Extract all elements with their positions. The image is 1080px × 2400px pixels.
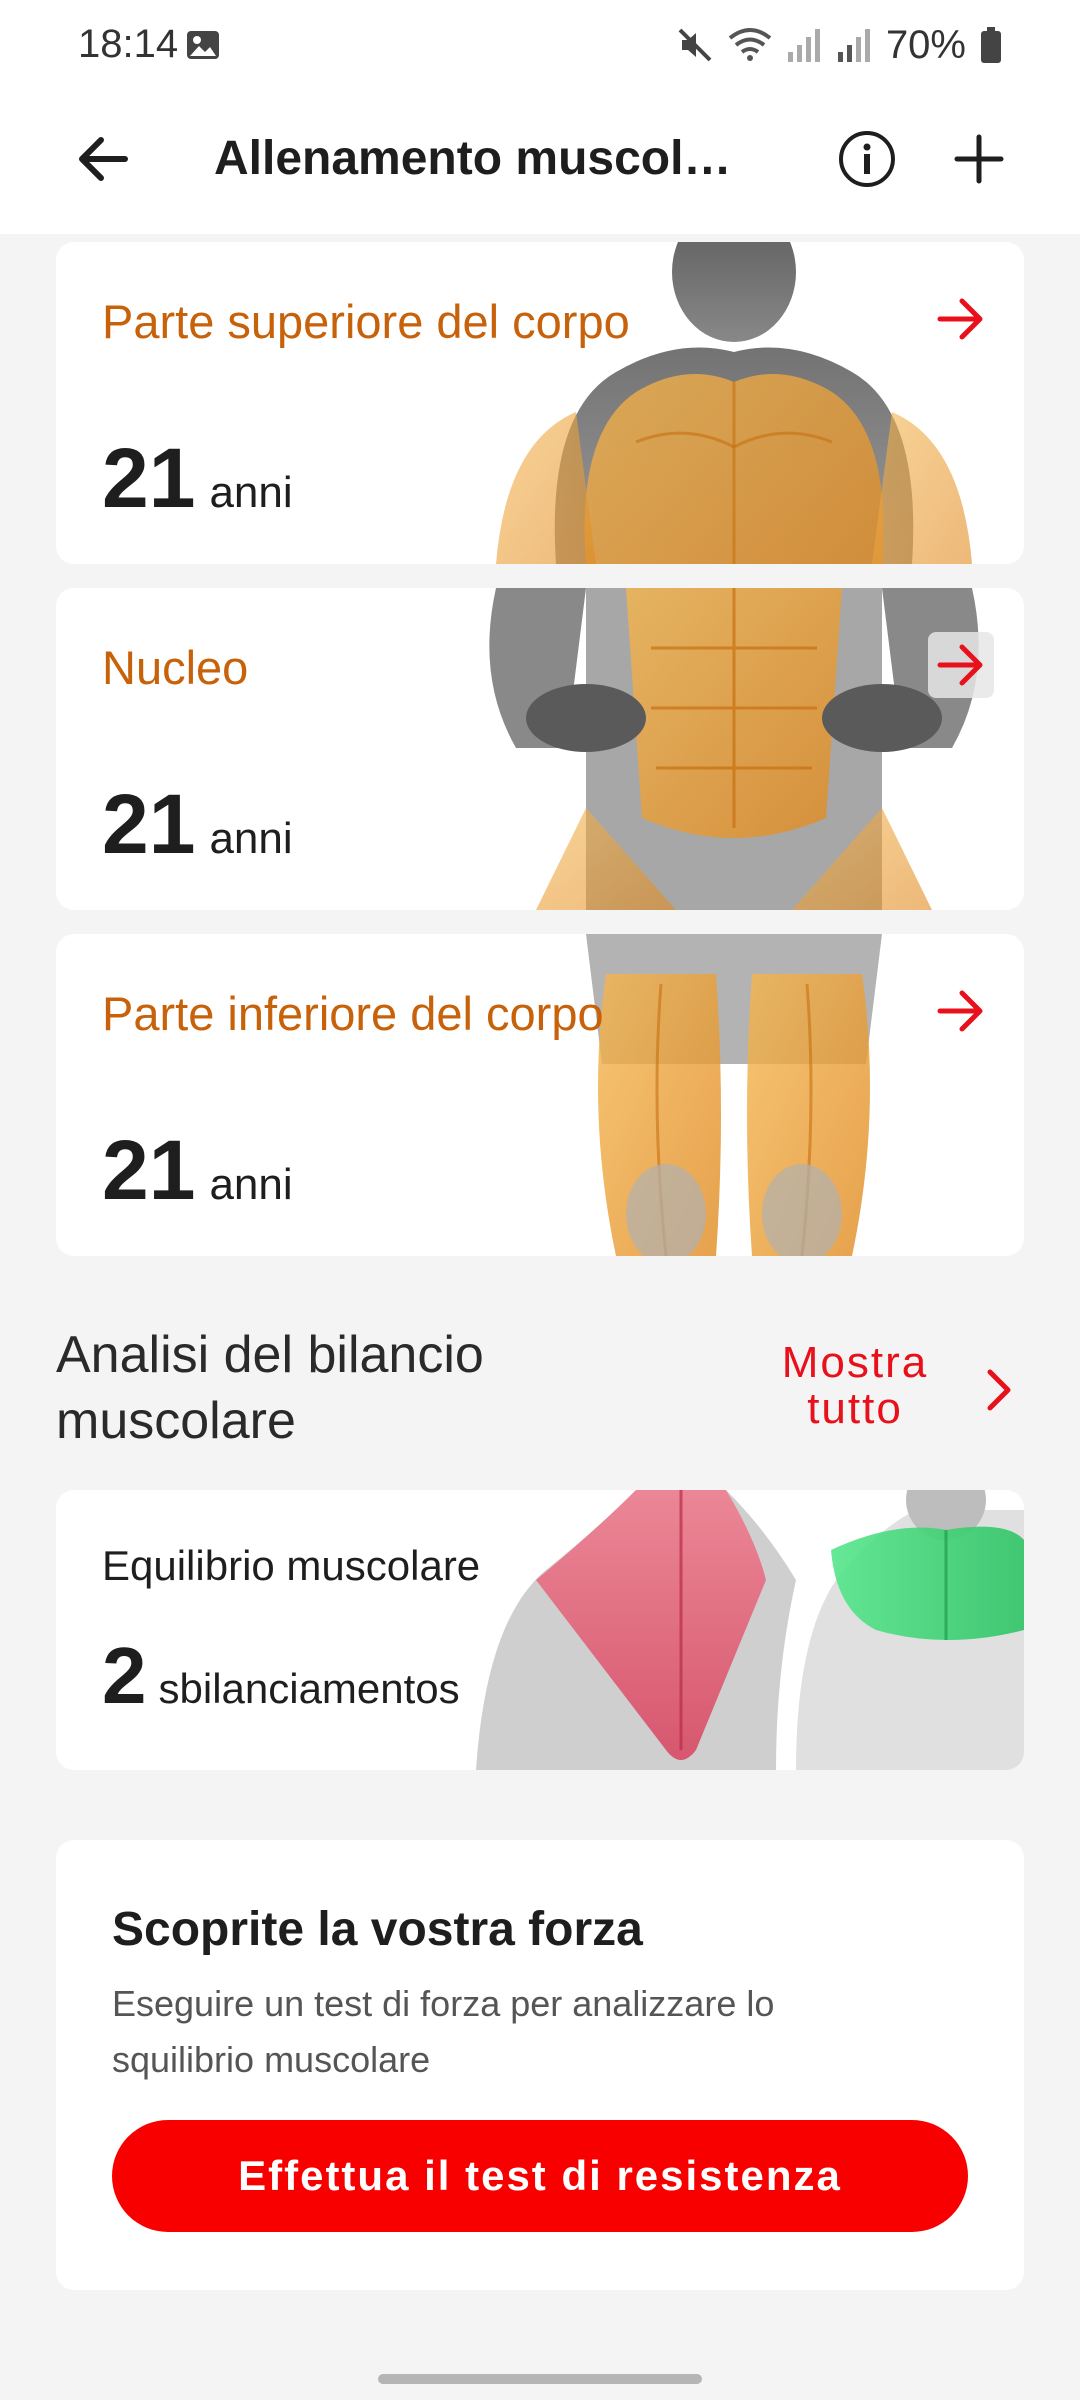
age-unit: anni	[209, 814, 293, 863]
region-arrow-button[interactable]	[928, 632, 994, 698]
strength-test-card: Scoprite la vostra forza Eseguire un tes…	[56, 1840, 1024, 2290]
chevron-right-icon[interactable]	[976, 1364, 1020, 1416]
age-unit: anni	[209, 468, 293, 517]
region-card-lower-body[interactable]: Parte inferiore del corpo 21 anni	[56, 934, 1024, 1256]
battery-percentage: 70%	[885, 22, 966, 67]
strength-title: Scoprite la vostra forza	[112, 1903, 643, 1956]
arrow-right-icon	[937, 990, 983, 1032]
strength-description: Eseguire un test di forza per analizzare…	[112, 1983, 775, 2080]
imbalance-unit: sbilanciamentos	[158, 1665, 460, 1712]
age-value: 21	[102, 777, 196, 871]
imbalance-value: 2	[102, 1631, 147, 1720]
muscle-balance-card[interactable]: Equilibrio muscolare 2 sbilanciamentos	[56, 1490, 1024, 1770]
region-age: 21 anni	[102, 776, 293, 873]
region-card-upper-body[interactable]: Parte superiore del corpo 21 anni	[56, 242, 1024, 564]
muscle-balance-illustration	[476, 1490, 1024, 1770]
region-age: 21 anni	[102, 1122, 293, 1219]
back-button[interactable]	[66, 122, 140, 196]
info-icon	[839, 131, 895, 187]
region-title: Parte inferiore del corpo	[102, 987, 604, 1040]
region-arrow-button[interactable]	[928, 286, 994, 352]
signal-icon	[837, 29, 870, 62]
status-bar: 18:14 70%	[0, 0, 1080, 92]
age-value: 21	[102, 431, 196, 525]
age-value: 21	[102, 1123, 196, 1217]
strength-test-button[interactable]: Effettua il test di resistenza	[112, 2120, 968, 2232]
page-title: Allenamento muscol…	[214, 132, 732, 185]
arrow-right-icon	[937, 298, 983, 340]
section-title: Analisi del bilancio muscolare	[56, 1326, 484, 1450]
plus-icon	[954, 134, 1004, 184]
mute-icon	[678, 28, 712, 62]
region-card-core[interactable]: Nucleo 21 anni	[56, 588, 1024, 910]
region-title: Parte superiore del corpo	[102, 295, 630, 348]
gallery-icon	[187, 31, 219, 59]
status-time: 18:14	[78, 22, 179, 66]
wifi-icon	[728, 28, 772, 61]
show-all-link[interactable]: Mostra tutto	[740, 1340, 970, 1432]
arrow-right-icon	[937, 644, 983, 686]
region-title: Nucleo	[102, 641, 249, 694]
back-arrow-icon	[79, 137, 128, 181]
battery-icon	[981, 27, 1001, 63]
app-bar: Allenamento muscol…	[0, 92, 1080, 234]
home-indicator[interactable]	[378, 2374, 702, 2384]
region-age: 21 anni	[102, 430, 293, 527]
imbalance-count: 2 sbilanciamentos	[102, 1630, 460, 1722]
add-button[interactable]	[942, 122, 1016, 196]
signal-icon	[787, 29, 820, 62]
age-unit: anni	[209, 1160, 293, 1209]
info-button[interactable]	[830, 122, 904, 196]
region-arrow-button[interactable]	[928, 978, 994, 1044]
balance-label: Equilibrio muscolare	[102, 1542, 481, 1589]
status-icons: 70%	[676, 20, 1002, 70]
